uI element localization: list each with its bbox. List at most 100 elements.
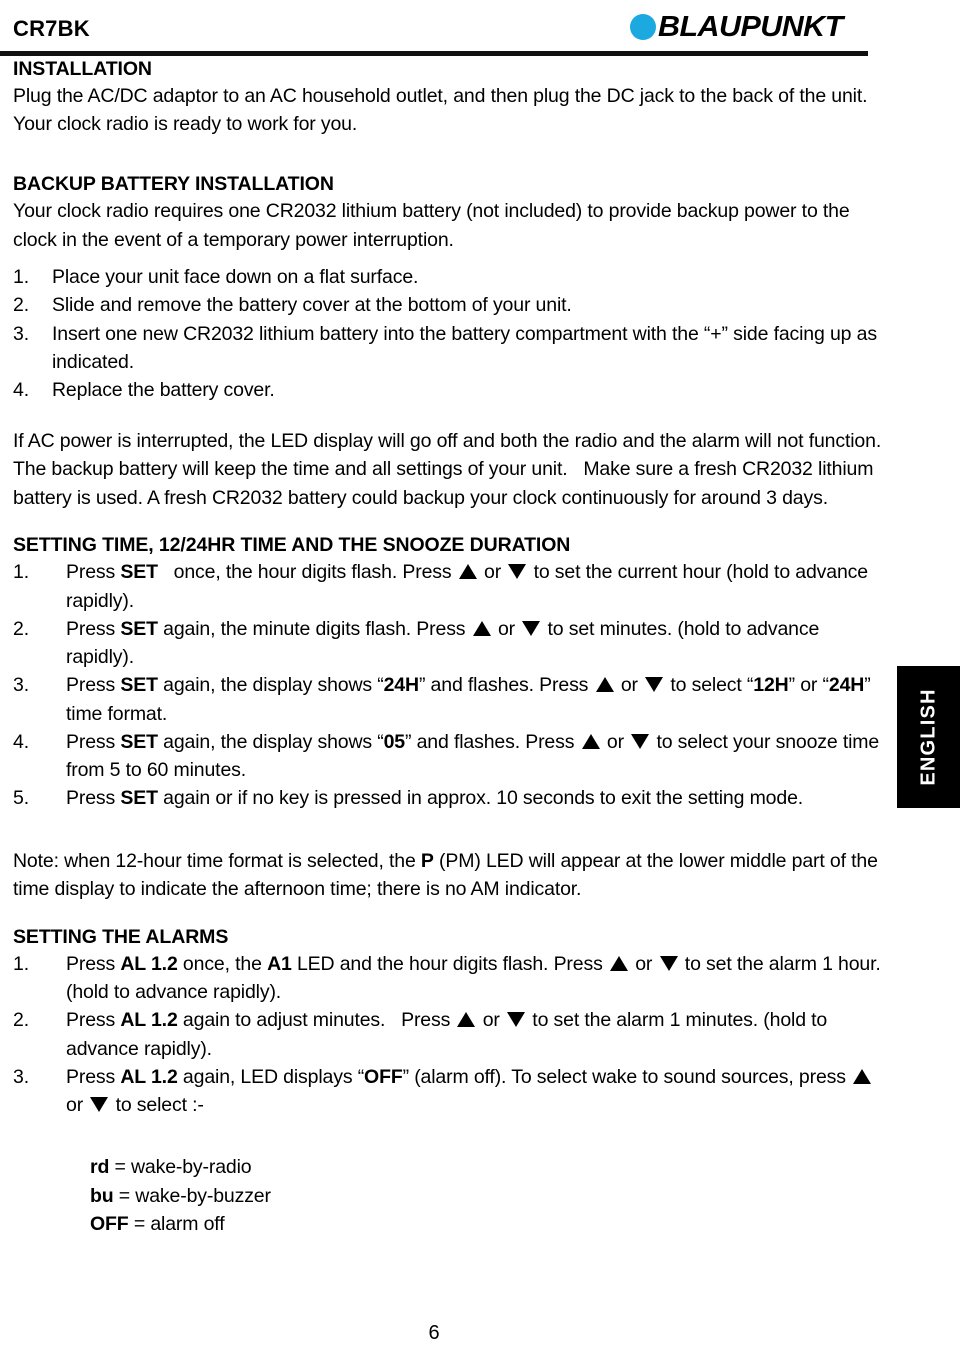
emphasised-term: AL 1.2 xyxy=(120,1065,178,1088)
triangle-up-icon xyxy=(609,955,628,971)
pm-led-note: Note: when 12-hour time format is select… xyxy=(13,849,878,901)
list-item-number: 3. xyxy=(13,322,29,345)
backup-battery-intro: Your clock radio requires one CR2032 lit… xyxy=(13,199,850,251)
triangle-down-icon xyxy=(508,564,527,580)
legend-key: OFF xyxy=(90,1212,129,1235)
document-page: CR7BK BLAUPUNKT INSTALLATION Plug the AC… xyxy=(0,0,960,1351)
list-item-number: 1. xyxy=(13,266,29,289)
emphasised-term: SET xyxy=(120,730,158,753)
legend-row: rd = wake-by-radio xyxy=(90,1153,890,1181)
legend-key: rd xyxy=(90,1156,110,1179)
triangle-down-icon xyxy=(631,733,650,749)
list-item-number: 1. xyxy=(13,561,29,584)
list-item-text: Press AL 1.2 again to adjust minutes. Pr… xyxy=(66,1009,828,1060)
list-item-text: Insert one new CR2032 lithium battery in… xyxy=(52,322,877,373)
emphasised-term: SET xyxy=(120,674,158,697)
emphasised-term: A1 xyxy=(267,952,292,975)
list-item-text: Press AL 1.2 once, the A1 LED and the ho… xyxy=(66,952,881,1004)
model-code: CR7BK xyxy=(13,16,90,41)
backup-battery-outro: If AC power is interrupted, the LED disp… xyxy=(13,429,882,509)
list-item-number: 4. xyxy=(13,730,29,753)
language-tab-english: ENGLISH xyxy=(897,666,960,808)
section-title-setting-alarms: SETTING THE ALARMS xyxy=(13,925,229,948)
legend-key: bu xyxy=(90,1184,114,1207)
list-item: 1. Press AL 1.2 once, the A1 LED and the … xyxy=(0,950,890,1007)
legend-value: = alarm off xyxy=(128,1212,225,1235)
language-tab-label: ENGLISH xyxy=(917,688,939,786)
triangle-down-icon xyxy=(90,1097,109,1113)
page-header: CR7BK BLAUPUNKT xyxy=(0,0,960,58)
list-item: 3. Insert one new CR2032 lithium battery … xyxy=(0,320,890,377)
list-item-text: Press SET again, the display shows “05” … xyxy=(66,730,880,782)
triangle-down-icon xyxy=(522,620,541,636)
list-item-text: Replace the battery cover. xyxy=(52,379,275,402)
list-item-number: 1. xyxy=(13,952,29,975)
list-item-number: 4. xyxy=(13,379,29,402)
setting-alarms-steps: 1. Press AL 1.2 once, the A1 LED and the … xyxy=(0,950,890,1120)
emphasised-term: 05 xyxy=(383,730,406,753)
installation-body: Plug the AC/DC adaptor to an AC househol… xyxy=(13,84,868,136)
list-item: 3. Press AL 1.2 again, LED displays “OFF”… xyxy=(0,1063,890,1120)
triangle-up-icon xyxy=(472,620,491,636)
list-item: 1. Place your unit face down on a flat su… xyxy=(0,263,890,291)
list-item-number: 2. xyxy=(13,617,29,640)
list-item-text: Press AL 1.2 again, LED displays “OFF” (… xyxy=(66,1066,873,1116)
list-item: 2. Press AL 1.2 again to adjust minutes. … xyxy=(0,1006,890,1063)
backup-battery-steps: 1. Place your unit face down on a flat su… xyxy=(0,263,890,404)
list-item: 4. Replace the battery cover. xyxy=(0,376,890,404)
emphasised-term: P xyxy=(420,849,434,872)
emphasised-term: 24H xyxy=(828,674,865,697)
list-item: 2. Press SET again, the minute digits fla… xyxy=(0,615,890,672)
list-item: 5. Press SET again or if no key is presse… xyxy=(0,784,890,812)
blaupunkt-dot-icon xyxy=(630,14,656,40)
list-item-text: Press SET again, the minute digits flash… xyxy=(66,617,820,669)
emphasised-term: 12H xyxy=(753,674,789,697)
list-item: 2. Slide and remove the battery cover at … xyxy=(0,291,890,319)
brand-wordmark: BLAUPUNKT xyxy=(658,10,843,43)
triangle-down-icon xyxy=(645,677,664,693)
setting-time-steps: 1. Press SET once, the hour digits flash.… xyxy=(0,558,890,812)
triangle-up-icon xyxy=(457,1012,476,1028)
emphasised-term: AL 1.2 xyxy=(120,952,178,975)
emphasised-term: SET xyxy=(120,617,158,640)
section-title-setting-time: SETTING TIME, 12/24HR TIME AND THE SNOOZ… xyxy=(13,534,571,557)
legend-value: = wake-by-radio xyxy=(109,1156,252,1179)
emphasised-term: OFF xyxy=(364,1065,403,1088)
list-item-number: 5. xyxy=(13,787,29,810)
page-number: 6 xyxy=(428,1322,440,1344)
list-item-text: Place your unit face down on a flat surf… xyxy=(52,266,419,289)
triangle-down-icon xyxy=(659,955,678,971)
triangle-up-icon xyxy=(595,677,614,693)
emphasised-term: SET xyxy=(120,787,158,810)
legend-row: bu = wake-by-buzzer xyxy=(90,1182,890,1210)
list-item-number: 3. xyxy=(13,674,29,697)
emphasised-term: 24H xyxy=(383,674,419,697)
header-divider xyxy=(0,51,868,56)
triangle-up-icon xyxy=(458,564,477,580)
emphasised-term: SET xyxy=(120,561,158,584)
list-item: 4. Press SET again, the display shows “05… xyxy=(0,728,890,785)
triangle-up-icon xyxy=(853,1068,872,1084)
emphasised-term: AL 1.2 xyxy=(120,1009,178,1032)
section-title-installation: INSTALLATION xyxy=(13,58,152,80)
legend-value: = wake-by-buzzer xyxy=(113,1184,271,1207)
triangle-up-icon xyxy=(581,733,600,749)
list-item: 1. Press SET once, the hour digits flash.… xyxy=(0,558,890,615)
blaupunkt-logo: BLAUPUNKT xyxy=(630,12,843,42)
list-item-text: Slide and remove the battery cover at th… xyxy=(52,294,572,317)
list-item: 3. Press SET again, the display shows “24… xyxy=(0,671,890,728)
list-item-number: 2. xyxy=(13,294,29,317)
list-item-number: 2. xyxy=(13,1009,29,1032)
list-item-text: Press SET once, the hour digits flash. P… xyxy=(66,561,868,612)
section-title-backup-battery: BACKUP BATTERY INSTALLATION xyxy=(13,173,334,196)
list-item-text: Press SET again, the display shows “24H”… xyxy=(66,674,871,725)
page-content: INSTALLATION Plug the AC/DC adaptor to a… xyxy=(0,58,890,1238)
list-item-text: Press SET again or if no key is pressed … xyxy=(66,787,804,810)
